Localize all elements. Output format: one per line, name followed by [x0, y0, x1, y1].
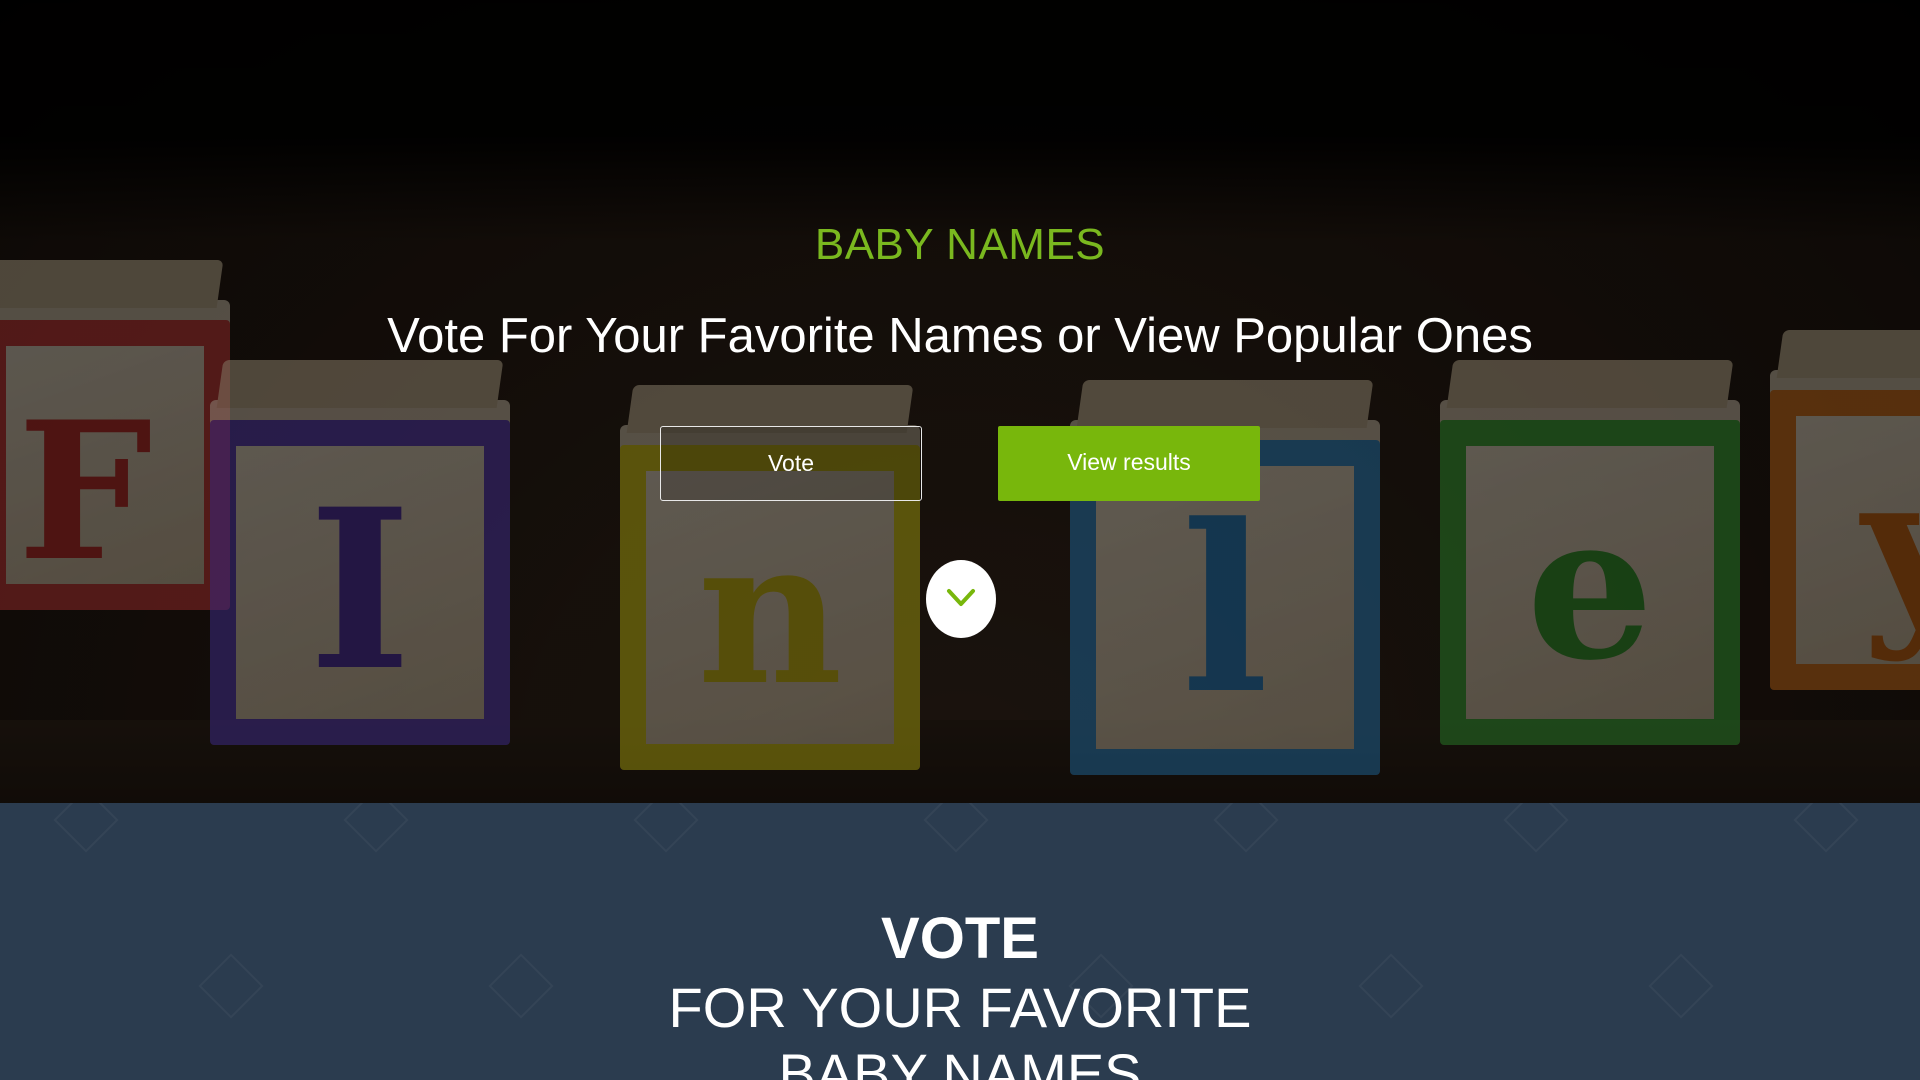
scroll-down-button[interactable] — [926, 560, 996, 638]
view-results-button[interactable]: View results — [998, 426, 1260, 501]
site-brand: BABY NAMES — [814, 220, 1106, 269]
chevron-down-icon — [947, 589, 975, 606]
hero-section: F I n l e y BABY NAMES Vote For Your Fav… — [0, 0, 1920, 803]
section-subtitle-line1: FOR YOUR FAVORITE — [668, 976, 1252, 1039]
section-subtitle-line2: BABY NAMES — [778, 1042, 1142, 1080]
hero-headline: Vote For Your Favorite Names or View Pop… — [387, 309, 1533, 363]
vote-section: VOTE FOR YOUR FAVORITE BABY NAMES — [0, 803, 1920, 1080]
hero-content: BABY NAMES Vote For Your Favorite Names … — [0, 0, 1920, 803]
vote-button[interactable]: Vote — [660, 426, 922, 501]
section-title: VOTE — [881, 906, 1039, 971]
